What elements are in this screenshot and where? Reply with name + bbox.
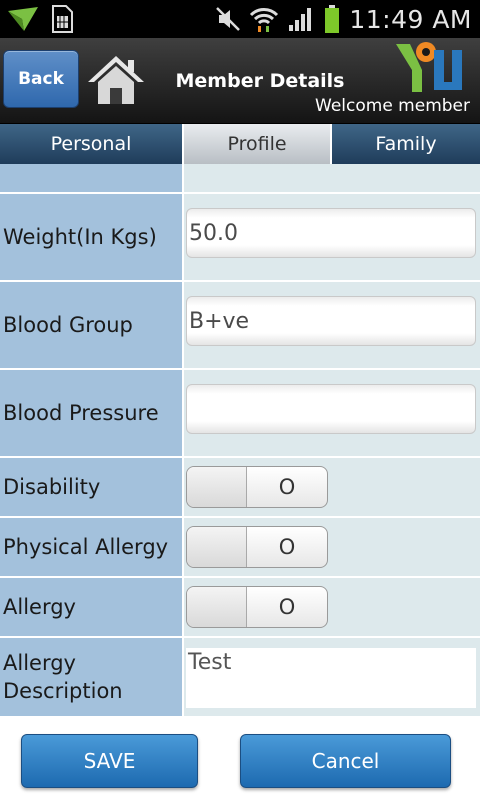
weight-cell: 50.0 [184,194,480,280]
form-row-disability: Disability O [0,458,480,518]
toggle-thumb[interactable] [187,467,247,507]
tab-bar: Personal Profile Family [0,124,480,164]
physical-allergy-cell: O [184,518,480,576]
allergy-description-label: Allergy Description [0,638,184,716]
allergy-cell: O [184,578,480,636]
weight-label: Weight(In Kgs) [0,194,184,280]
weight-input[interactable]: 50.0 [186,208,476,258]
blood-pressure-input[interactable] [186,384,476,434]
allergy-description-label-line2: Description [3,679,123,703]
form-row-allergy-description: Allergy Description Test [0,638,480,716]
back-button[interactable]: Back [3,50,79,108]
toggle-value: O [278,595,296,619]
disability-label: Disability [0,458,184,516]
save-button[interactable]: SAVE [21,734,198,788]
sim-card-icon [52,5,73,33]
bottom-bar: SAVE Cancel [0,716,480,800]
blood-pressure-cell [184,370,480,456]
row-label-partial [0,164,184,192]
blood-pressure-label: Blood Pressure [0,370,184,456]
status-bar: 11:49 AM [0,0,480,38]
cancel-button[interactable]: Cancel [240,734,451,788]
form-row-weight: Weight(In Kgs) 50.0 [0,194,480,282]
notification-arrow-icon [8,7,38,31]
row-cell-partial [184,164,480,192]
blood-group-cell: B+ve [184,282,480,368]
battery-icon [325,5,340,33]
allergy-description-input[interactable]: Test [186,648,476,708]
physical-allergy-toggle[interactable]: O [186,526,328,568]
form-row-blood-pressure: Blood Pressure [0,370,480,458]
disability-cell: O [184,458,480,516]
tab-personal[interactable]: Personal [0,124,182,164]
form-row-partial [0,164,480,194]
blood-group-input[interactable]: B+ve [186,296,476,346]
app-logo [396,42,462,92]
mute-icon [216,7,241,31]
app-screen: 11:49 AM Back Member Details Welcome mem… [0,0,480,800]
physical-allergy-label: Physical Allergy [0,518,184,576]
profile-form: Weight(In Kgs) 50.0 Blood Group B+ve Blo… [0,164,480,716]
form-row-blood-group: Blood Group B+ve [0,282,480,370]
tab-profile[interactable]: Profile [182,124,332,164]
toggle-thumb[interactable] [187,527,247,567]
tab-family[interactable]: Family [332,124,480,164]
welcome-text: Welcome member [315,96,470,116]
form-row-physical-allergy: Physical Allergy O [0,518,480,578]
app-header: Back Member Details Welcome member [0,38,480,124]
form-row-allergy: Allergy O [0,578,480,638]
allergy-description-label-line1: Allergy [3,651,76,675]
disability-toggle[interactable]: O [186,466,328,508]
allergy-label: Allergy [0,578,184,636]
signal-icon [289,8,312,31]
status-time: 11:49 AM [349,4,472,34]
allergy-description-cell: Test [184,638,480,716]
toggle-thumb[interactable] [187,587,247,627]
toggle-value: O [278,475,296,499]
home-icon[interactable] [86,52,146,108]
page-title: Member Details [175,70,345,92]
toggle-value: O [278,535,296,559]
blood-group-label: Blood Group [0,282,184,368]
wifi-icon [250,8,279,32]
allergy-toggle[interactable]: O [186,586,328,628]
